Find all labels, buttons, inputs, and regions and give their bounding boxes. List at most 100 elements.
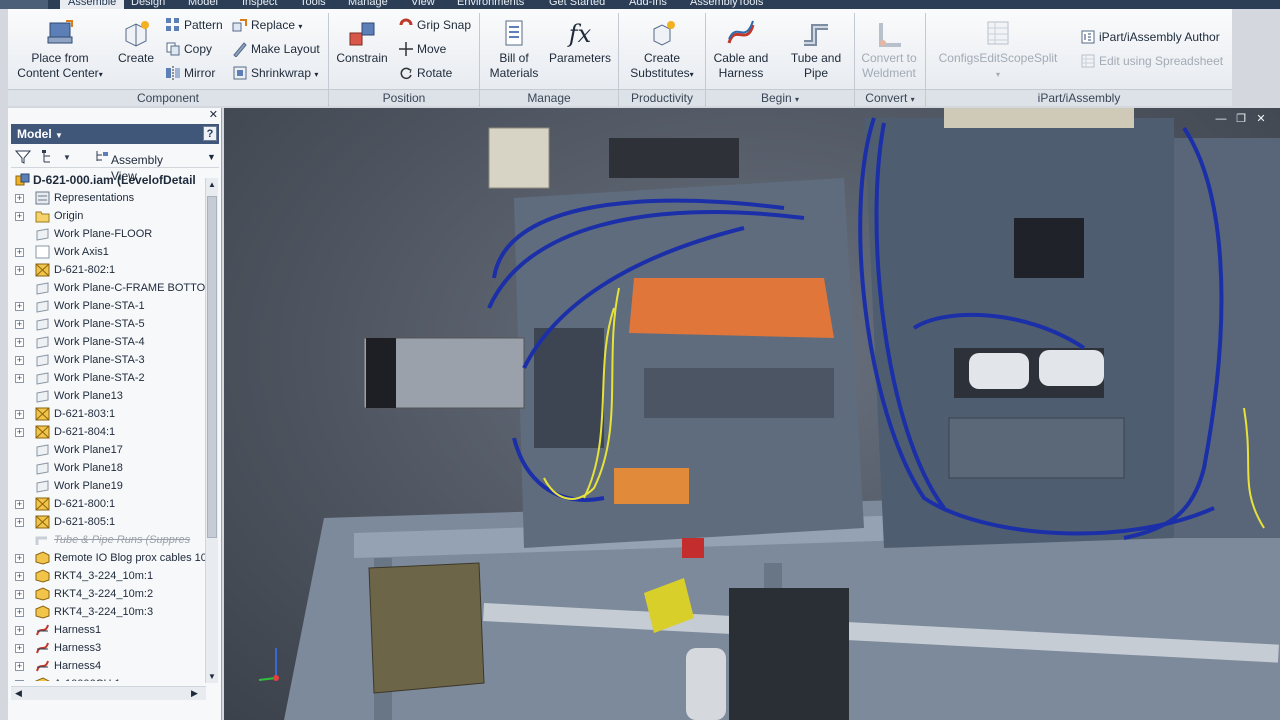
expand-icon[interactable]: + — [15, 320, 24, 329]
tree-node[interactable]: Work Plane13 — [11, 387, 206, 405]
assembly-view-dropdown[interactable]: Assembly View — [95, 149, 163, 183]
replace-button[interactable]: Replace ▾ — [232, 15, 302, 35]
expand-icon[interactable]: + — [15, 374, 24, 383]
edit-using-spreadsheet-button[interactable]: Edit using Spreadsheet — [1080, 51, 1223, 71]
tree-node[interactable]: + Work Plane-STA-4 — [11, 333, 206, 351]
scroll-right-icon[interactable]: ▶ — [191, 688, 198, 699]
tab-assemblytools[interactable]: AssemblyTools — [690, 0, 763, 9]
tree-vertical-scrollbar[interactable]: ▲ ▼ — [205, 178, 218, 683]
tree-node[interactable]: Work Plane17 — [11, 441, 206, 459]
tree-node[interactable]: + Representations — [11, 189, 206, 207]
expand-icon[interactable]: + — [15, 572, 24, 581]
graphics-viewport[interactable]: — ❐ ✕ — [224, 108, 1280, 720]
expand-icon[interactable]: + — [15, 626, 24, 635]
tab-model[interactable]: Model — [188, 0, 218, 9]
scroll-down-icon[interactable]: ▼ — [208, 672, 216, 681]
expand-icon[interactable]: + — [15, 356, 24, 365]
grip-snap-button[interactable]: Grip Snap — [398, 15, 471, 35]
tree-node[interactable]: + Remote IO Blog prox cables 10 — [11, 549, 206, 567]
expand-icon[interactable]: + — [15, 662, 24, 671]
cable-and-harness-button[interactable]: Cable and Harness — [708, 19, 774, 81]
tree-node[interactable]: Work Plane18 — [11, 459, 206, 477]
tab-inspect[interactable]: Inspect — [242, 0, 277, 9]
tree-node[interactable]: Work Plane19 — [11, 477, 206, 495]
tree-root-node[interactable]: D-621-000.iam (LevelofDetail — [11, 171, 206, 189]
create-substitutes-button[interactable]: Create Substitutes▾ — [624, 19, 700, 82]
expand-icon[interactable]: + — [15, 194, 24, 203]
tab-add-ins[interactable]: Add-Ins — [629, 0, 667, 9]
expand-icon[interactable]: + — [15, 680, 24, 681]
group-label-begin[interactable]: Begin ▾ — [706, 89, 854, 106]
app-menu-button[interactable] — [0, 0, 48, 9]
expand-icon[interactable]: + — [15, 338, 24, 347]
tree-node[interactable]: Tube & Pipe Runs (Suppres — [11, 531, 206, 549]
group-label-convert[interactable]: Convert ▾ — [855, 89, 925, 106]
tree-node[interactable]: + D-621-805:1 — [11, 513, 206, 531]
tube-and-pipe-button[interactable]: Tube and Pipe — [786, 19, 846, 81]
convert-to-weldment-button[interactable]: Convert to Weldment — [856, 19, 922, 81]
hierarchy-icon[interactable]: ▼ — [41, 149, 71, 169]
create-component-button[interactable]: Create — [114, 19, 158, 66]
filter-icon[interactable] — [14, 149, 32, 169]
tab-assemble[interactable]: Assemble — [60, 0, 125, 9]
tree-horizontal-scrollbar[interactable]: ◀ ▶ — [11, 686, 206, 700]
make-layout-button[interactable]: Make Layout — [232, 39, 320, 59]
tree-node[interactable]: + A-10006CH:1 — [11, 675, 206, 681]
help-button[interactable]: ? — [203, 126, 217, 141]
place-from-content-center-button[interactable]: Place from Content Center▾ — [14, 19, 106, 82]
tree-node[interactable]: + Harness4 — [11, 657, 206, 675]
assembly-3d-model[interactable] — [224, 108, 1280, 720]
tree-node[interactable]: + RKT4_3-224_10m:1 — [11, 567, 206, 585]
tree-node[interactable]: + D-621-800:1 — [11, 495, 206, 513]
tree-node[interactable]: + D-621-803:1 — [11, 405, 206, 423]
tree-node[interactable]: + Work Plane-STA-1 — [11, 297, 206, 315]
tree-node[interactable]: + RKT4_3-224_10m:3 — [11, 603, 206, 621]
tab-get-started[interactable]: Get Started — [549, 0, 605, 9]
tree-node[interactable]: + Harness1 — [11, 621, 206, 639]
restore-icon[interactable]: ❐ — [1234, 112, 1248, 126]
tree-node[interactable]: Work Plane-C-FRAME BOTTOM — [11, 279, 206, 297]
tree-node[interactable]: + Harness3 — [11, 639, 206, 657]
tree-node[interactable]: + D-621-802:1 — [11, 261, 206, 279]
expand-icon[interactable]: + — [15, 500, 24, 509]
rotate-button[interactable]: Rotate — [398, 63, 452, 83]
mirror-button[interactable]: Mirror — [165, 63, 215, 83]
tree-node[interactable]: + D-621-804:1 — [11, 423, 206, 441]
configs-edit-scope-split-button[interactable]: ConfigsEditScopeSplit ▾ — [932, 19, 1064, 82]
tab-view[interactable]: View — [411, 0, 435, 9]
browser-title-bar[interactable]: Model ▼ ? — [11, 124, 219, 144]
expand-icon[interactable]: + — [15, 518, 24, 527]
expand-icon[interactable]: + — [15, 212, 24, 221]
copy-button[interactable]: Copy — [165, 39, 212, 59]
scroll-up-icon[interactable]: ▲ — [208, 180, 216, 189]
tree-node[interactable]: + Work Plane-STA-2 — [11, 369, 206, 387]
tab-manage[interactable]: Manage — [348, 0, 388, 9]
tab-design[interactable]: Design — [131, 0, 165, 9]
expand-icon[interactable]: + — [15, 428, 24, 437]
expand-icon[interactable]: + — [15, 266, 24, 275]
move-button[interactable]: Move — [398, 39, 446, 59]
expand-icon[interactable]: + — [15, 644, 24, 653]
tab-environments[interactable]: Environments — [457, 0, 524, 9]
constrain-button[interactable]: Constrain — [334, 19, 390, 66]
scrollbar-thumb[interactable] — [207, 196, 217, 538]
tree-node[interactable]: + Work Axis1 — [11, 243, 206, 261]
tree-node[interactable]: Work Plane-FLOOR — [11, 225, 206, 243]
expand-icon[interactable]: + — [15, 554, 24, 563]
close-panel-icon[interactable]: ✕ — [209, 109, 218, 121]
shrinkwrap-button[interactable]: Shrinkwrap ▾ — [232, 63, 318, 83]
bill-of-materials-button[interactable]: Bill of Materials — [486, 19, 542, 81]
expand-icon[interactable]: + — [15, 248, 24, 257]
tree-node[interactable]: + RKT4_3-224_10m:2 — [11, 585, 206, 603]
expand-icon[interactable]: + — [15, 590, 24, 599]
minimize-icon[interactable]: — — [1214, 112, 1228, 126]
ipart-iassembly-author-button[interactable]: iPart/iAssembly Author — [1080, 27, 1220, 47]
scroll-left-icon[interactable]: ◀ — [15, 688, 22, 699]
expand-icon[interactable]: + — [15, 410, 24, 419]
parameters-button[interactable]: fx Parameters — [548, 19, 612, 66]
tree-node[interactable]: + Origin — [11, 207, 206, 225]
tree-node[interactable]: + Work Plane-STA-3 — [11, 351, 206, 369]
expand-icon[interactable]: + — [15, 302, 24, 311]
expand-icon[interactable]: + — [15, 608, 24, 617]
chevron-down-icon[interactable]: ▼ — [207, 149, 216, 165]
